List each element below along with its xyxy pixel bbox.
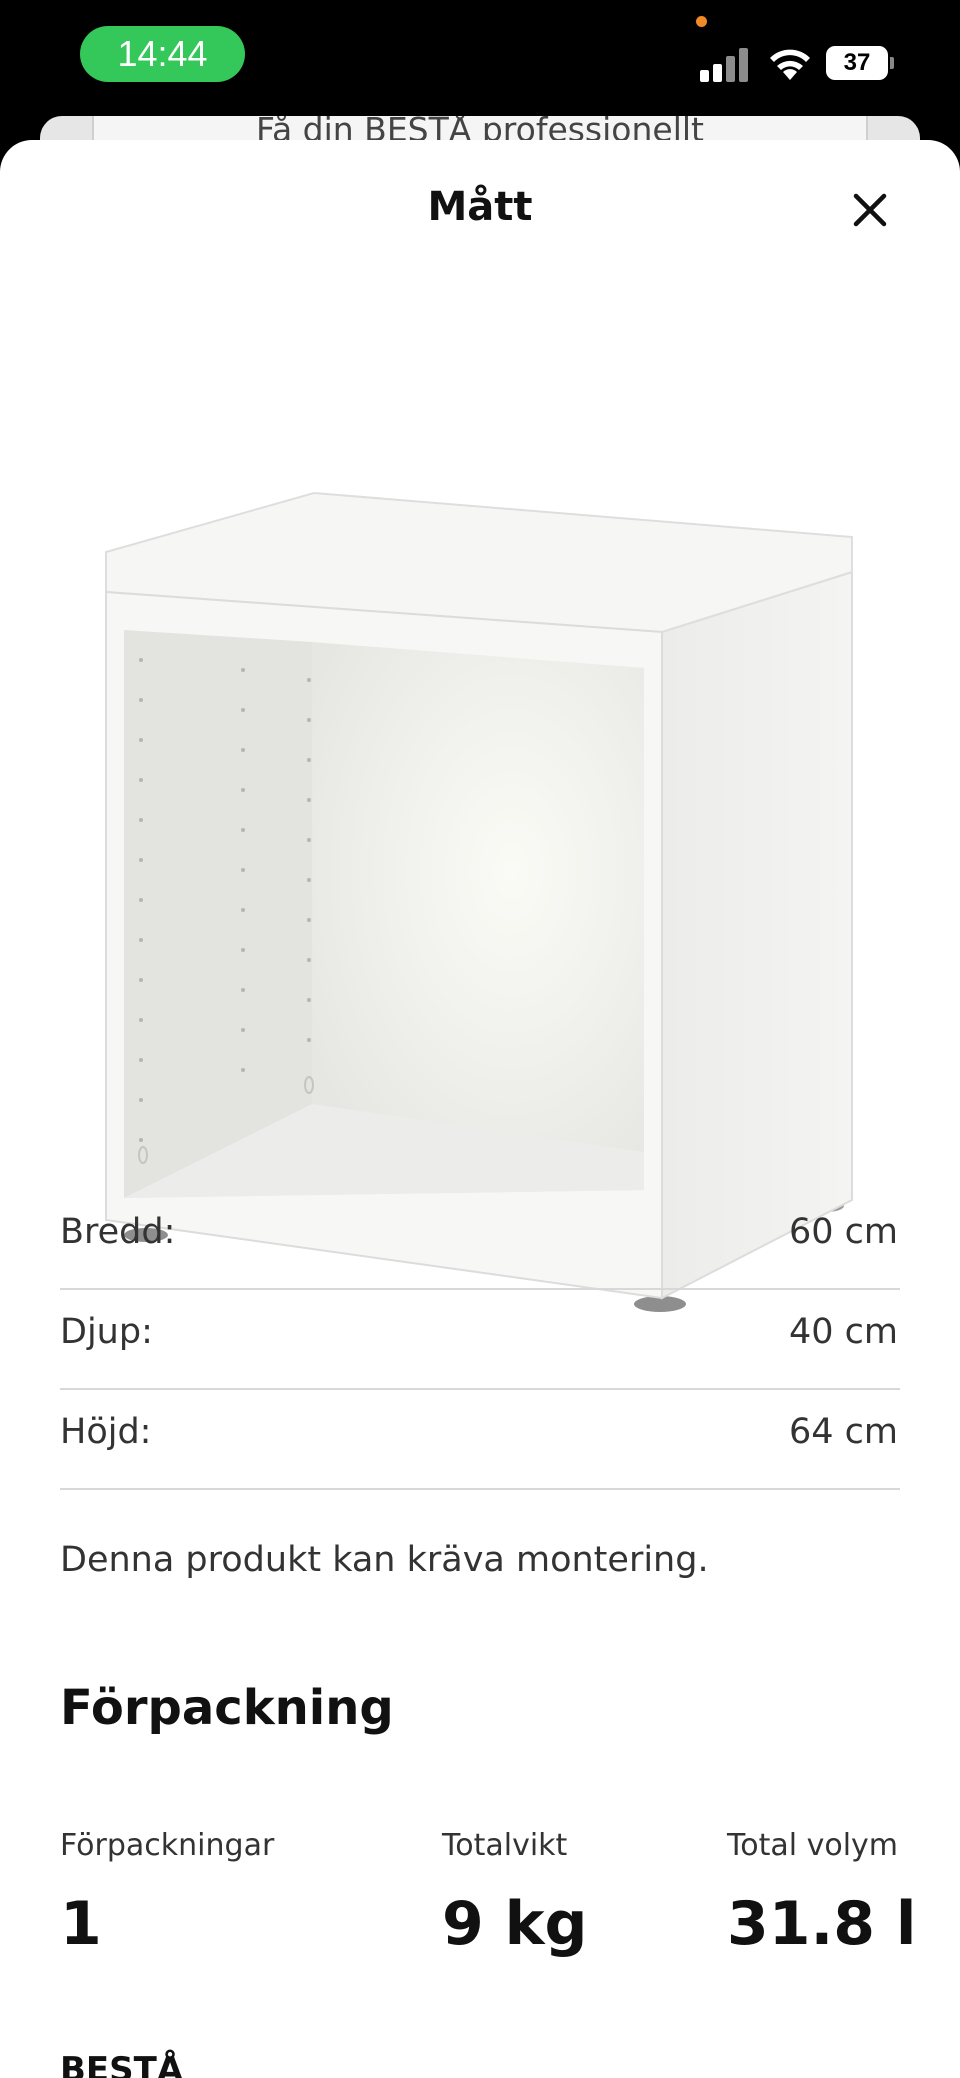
package-count-label: Förpackningar bbox=[60, 1828, 275, 1863]
dimension-row-width: Bredd: 60 cm bbox=[60, 1188, 900, 1290]
next-section-heading: BESTÅ bbox=[60, 2050, 184, 2078]
package-count: Förpackningar 1 bbox=[60, 1828, 274, 1959]
package-count-value: 1 bbox=[60, 1889, 102, 1959]
dimension-label: Bredd: bbox=[60, 1212, 176, 1252]
close-icon[interactable] bbox=[846, 186, 894, 234]
status-bar: 14:44 37 bbox=[0, 0, 960, 120]
wifi-icon bbox=[770, 49, 810, 80]
dimension-row-height: Höjd: 64 cm bbox=[60, 1388, 900, 1490]
dimensions-sheet: Mått Bredd: 60 cm Djup: 40 cm Höjd: 64 c… bbox=[0, 140, 960, 2078]
packaging-title: Förpackning bbox=[60, 1680, 394, 1736]
product-image bbox=[105, 491, 853, 1312]
package-volume: Total volym 31.8 l bbox=[727, 1828, 917, 1959]
package-weight-label: Totalvikt bbox=[442, 1828, 568, 1863]
dimension-label: Djup: bbox=[60, 1312, 153, 1352]
package-weight: Totalvikt 9 kg bbox=[442, 1828, 588, 1959]
dimension-value: 60 cm bbox=[789, 1212, 898, 1252]
privacy-indicator-dot bbox=[696, 16, 707, 27]
package-weight-value: 9 kg bbox=[442, 1889, 588, 1959]
dimension-value: 64 cm bbox=[789, 1412, 898, 1452]
status-time: 14:44 bbox=[80, 26, 245, 82]
signal-icon bbox=[700, 46, 750, 82]
dimension-value: 40 cm bbox=[789, 1312, 898, 1352]
package-volume-value: 31.8 l bbox=[727, 1889, 917, 1959]
assembly-note: Denna produkt kan kräva montering. bbox=[60, 1540, 709, 1580]
dimension-label: Höjd: bbox=[60, 1412, 152, 1452]
battery-icon: 37 bbox=[826, 46, 894, 80]
sheet-title: Mått bbox=[427, 184, 533, 230]
package-volume-label: Total volym bbox=[727, 1828, 899, 1863]
dimension-row-depth: Djup: 40 cm bbox=[60, 1288, 900, 1390]
